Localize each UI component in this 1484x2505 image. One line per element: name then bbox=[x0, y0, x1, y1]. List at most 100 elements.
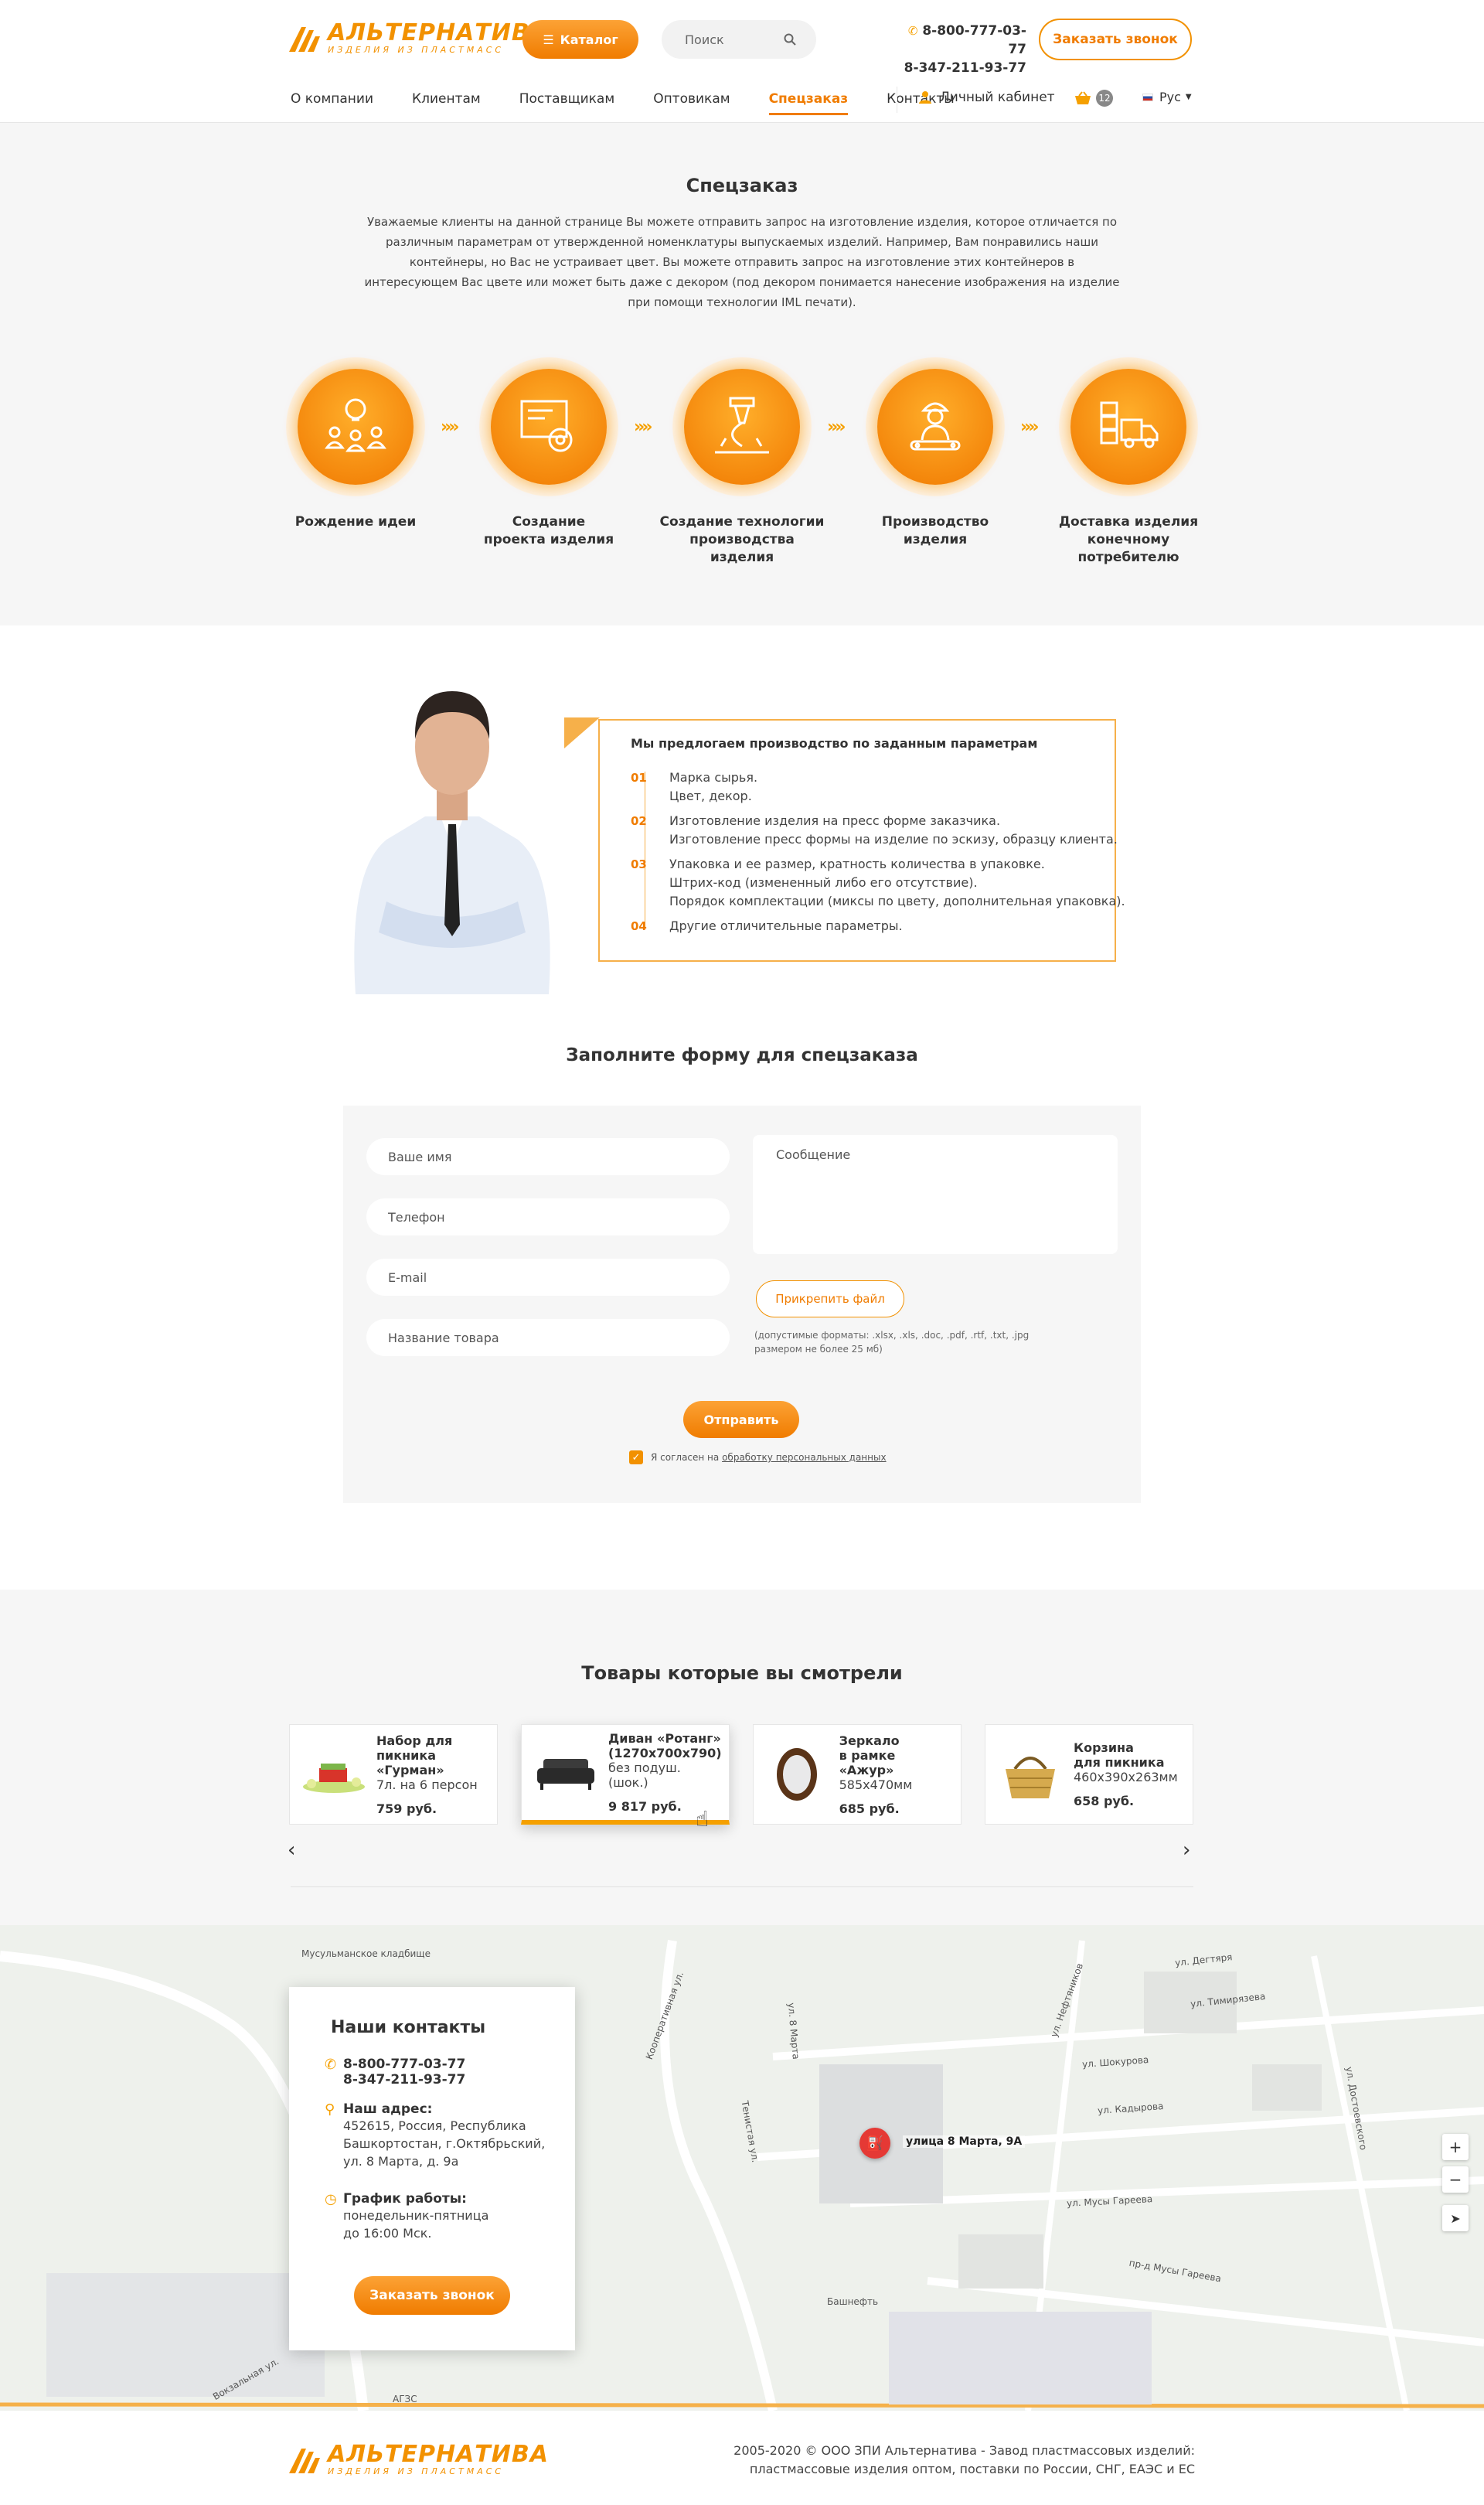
logo-tagline: ИЗДЕЛИЯ ИЗ ПЛАСТМАСС bbox=[328, 2466, 505, 2476]
carousel-next-icon[interactable]: › bbox=[1183, 1839, 1190, 1862]
footer-copyright: 2005-2020 © ООО ЗПИ Альтернатива - Завод… bbox=[733, 2443, 1195, 2476]
step-delivery: Доставка изделия конечному потребителю bbox=[1043, 357, 1213, 567]
product-price: 759 руб. bbox=[376, 1801, 437, 1816]
site-logo[interactable]: АЛЬТЕРНАТИВА ИЗДЕЛИЯ ИЗ ПЛАСТМАСС bbox=[288, 22, 549, 55]
step-label-line1: Создание bbox=[512, 514, 586, 530]
submit-button[interactable]: Отправить bbox=[683, 1401, 799, 1438]
chevrons-right-icon: »» bbox=[827, 418, 846, 437]
offer-item: 03 Упаковка и ее размер, кратность колич… bbox=[631, 857, 1125, 908]
basket-icon bbox=[1006, 1757, 1055, 1798]
step-label-line1: Доставка изделия bbox=[1058, 514, 1199, 530]
cart-count-badge: 12 bbox=[1096, 90, 1113, 107]
step-label-line1: Рождение идеи bbox=[294, 514, 417, 530]
email-input[interactable]: E-mail bbox=[366, 1259, 730, 1296]
map-pin-label: улица 8 Марта, 9А bbox=[903, 2135, 1026, 2148]
contacts-title: Наши контакты bbox=[331, 2018, 486, 2037]
worker-icon bbox=[910, 402, 961, 451]
contacts-address: ⚲ Наш адрес: 452615, Россия, Республика … bbox=[325, 2101, 546, 2169]
search-icon[interactable] bbox=[784, 33, 796, 46]
location-pin-icon: ⚲ bbox=[325, 2101, 335, 2118]
phone-icon: ✆ bbox=[325, 2057, 337, 2073]
contacts-callback-button[interactable]: Заказать звонок bbox=[354, 2276, 510, 2315]
logo-name: АЛЬТЕРНАТИВА bbox=[328, 2441, 549, 2468]
phone-input[interactable]: Телефон bbox=[366, 1198, 730, 1235]
menu-icon: ☰ bbox=[543, 32, 554, 47]
product-price: 685 руб. bbox=[839, 1801, 900, 1816]
carousel-prev-icon[interactable]: ‹ bbox=[288, 1839, 295, 1862]
file-formats-note: (допустимые форматы: .xlsx, .xls, .doc, … bbox=[754, 1330, 1030, 1355]
search-input[interactable]: Поиск bbox=[662, 20, 816, 59]
offer-item: 02 Изготовление изделия на пресс форме з… bbox=[631, 813, 1118, 847]
viewed-title: Товары которые вы смотрели bbox=[581, 1662, 903, 1684]
footer-logo[interactable]: АЛЬТЕРНАТИВА ИЗДЕЛИЯ ИЗ ПЛАСТМАСС bbox=[288, 2443, 549, 2476]
step-technology: Создание технологии производства изделия bbox=[657, 357, 827, 567]
user-icon bbox=[919, 91, 931, 104]
offer-item: 01 Марка сырья. Цвет, декор. bbox=[631, 770, 758, 803]
product-card[interactable]: Набор для пикника «Гурман» 7л. на 6 перс… bbox=[289, 1724, 498, 1825]
product-card[interactable]: Зеркало в рамке «Ажур» 585x470мм 685 руб… bbox=[753, 1724, 962, 1825]
chevron-down-icon: ▼ bbox=[1185, 93, 1192, 101]
phone-icon: ✆ bbox=[907, 24, 918, 38]
intro-text: Уважаемые клиенты на данной странице Вы … bbox=[364, 215, 1120, 309]
idea-icon bbox=[325, 398, 386, 452]
zoom-in-button[interactable]: + bbox=[1442, 2134, 1469, 2160]
sofa-icon bbox=[537, 1758, 594, 1790]
product-card[interactable]: Корзина для пикника 460x390x263мм 658 ру… bbox=[985, 1724, 1193, 1825]
nav-item-wholesale[interactable]: Оптовикам bbox=[653, 91, 730, 115]
picnic-set-icon bbox=[303, 1764, 365, 1793]
viewed-section bbox=[0, 1590, 1484, 1925]
carousel-divider bbox=[291, 1886, 1193, 1887]
technology-icon bbox=[715, 397, 769, 454]
message-textarea[interactable]: Сообщение bbox=[753, 1135, 1118, 1254]
step-label-line2: производства изделия bbox=[689, 532, 795, 565]
cart-link[interactable]: 12 bbox=[1074, 90, 1113, 107]
clock-icon: ◷ bbox=[325, 2191, 337, 2207]
step-label-line2: конечному потребителю bbox=[1077, 532, 1179, 565]
step-project: Создание проекта изделия bbox=[464, 357, 634, 549]
logo-mark-icon bbox=[289, 2448, 320, 2473]
attach-file-button[interactable]: Прикрепить файл bbox=[756, 1280, 904, 1317]
blueprint-gear-icon bbox=[520, 400, 573, 452]
name-input[interactable]: Ваше имя bbox=[366, 1138, 730, 1175]
main-nav: О компании Клиентам Поставщикам Оптовика… bbox=[291, 91, 993, 115]
contacts-hours: ◷ График работы: понедельник-пятница до … bbox=[325, 2191, 489, 2241]
chevrons-right-icon: »» bbox=[441, 418, 460, 437]
chevrons-right-icon: »» bbox=[1020, 418, 1040, 437]
consent-checkbox[interactable]: ✓ bbox=[629, 1450, 643, 1464]
header-phone-2[interactable]: 8-347-211-93-77 bbox=[903, 59, 1026, 77]
order-call-button[interactable]: Заказать звонок bbox=[1039, 19, 1192, 60]
header-phone-1[interactable]: 8-800-777-03-77 bbox=[922, 23, 1026, 57]
logo-mark-icon bbox=[289, 26, 320, 52]
language-select[interactable]: Рус ▼ bbox=[1142, 90, 1192, 104]
step-production: Производство изделия bbox=[850, 357, 1020, 549]
zoom-out-button[interactable]: − bbox=[1442, 2166, 1469, 2193]
catalog-button[interactable]: ☰ Каталог bbox=[522, 20, 638, 59]
nav-item-special-order[interactable]: Спецзаказ bbox=[768, 91, 849, 115]
step-label-line1: Создание технологии bbox=[659, 514, 825, 530]
speech-tail bbox=[564, 717, 600, 748]
contacts-phones: ✆ 8-800-777-03-77 8-347-211-93-77 bbox=[325, 2057, 465, 2088]
offer-list: 01 Марка сырья. Цвет, декор. 02 Изготовле… bbox=[631, 769, 1125, 936]
nav-item-about[interactable]: О компании bbox=[291, 91, 373, 115]
contacts-phone-2[interactable]: 8-347-211-93-77 bbox=[343, 2072, 465, 2088]
logo-name: АЛЬТЕРНАТИВА bbox=[328, 19, 549, 46]
account-link[interactable]: Личный кабинет bbox=[918, 90, 1055, 105]
russia-flag-icon bbox=[1142, 93, 1153, 101]
delivery-truck-icon bbox=[1100, 401, 1159, 448]
consent-row: ✓ Я согласен на обработку персональных д… bbox=[629, 1450, 887, 1464]
offer-item: 04 Другие отличительные параметры. bbox=[631, 918, 903, 933]
map[interactable]: Кооперативная ул. ул. 8 Марта ул. Дегтяр… bbox=[0, 1925, 1484, 2411]
businessman-image bbox=[354, 691, 550, 994]
mirror-icon bbox=[777, 1748, 818, 1801]
street-label: Башнефть bbox=[827, 2296, 879, 2307]
offer-title: Мы предлогаем производство по заданным п… bbox=[631, 736, 1038, 751]
intro-title: Спецзаказ bbox=[686, 175, 798, 196]
product-name-input[interactable]: Название товара bbox=[366, 1319, 730, 1356]
nav-item-clients[interactable]: Клиентам bbox=[412, 91, 481, 115]
locate-icon[interactable]: ➤ bbox=[1442, 2205, 1469, 2231]
privacy-policy-link[interactable]: обработку персональных данных bbox=[722, 1452, 887, 1463]
contacts-phone-1[interactable]: 8-800-777-03-77 bbox=[343, 2057, 465, 2072]
logo-tagline: ИЗДЕЛИЯ ИЗ ПЛАСТМАСС bbox=[328, 45, 505, 55]
map-pin-icon[interactable]: ⛽ bbox=[859, 2128, 890, 2159]
nav-item-suppliers[interactable]: Поставщикам bbox=[519, 91, 614, 115]
